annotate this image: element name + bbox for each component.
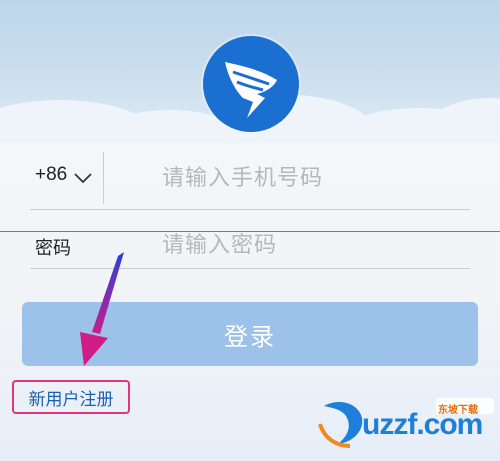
watermark-tag: 东坡下载 <box>438 405 478 416</box>
field-divider <box>103 152 104 204</box>
dingtalk-logo-icon <box>225 62 277 118</box>
chevron-down-icon[interactable] <box>74 172 92 184</box>
phone-input[interactable] <box>162 158 462 198</box>
country-code-selector[interactable]: +86 <box>35 164 67 186</box>
app-logo <box>203 36 299 132</box>
password-input[interactable] <box>162 225 462 265</box>
login-button[interactable]: 登录 <box>22 302 478 366</box>
phone-underline <box>30 209 470 210</box>
password-label: 密码 <box>35 238 71 259</box>
new-user-register-link[interactable]: 新用户注册 <box>12 380 130 414</box>
password-underline <box>30 268 470 269</box>
